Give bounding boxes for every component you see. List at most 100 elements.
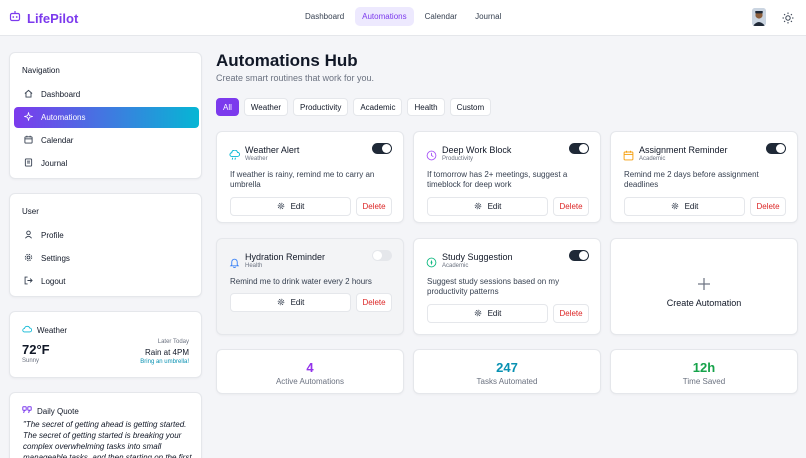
automation-title: Study Suggestion xyxy=(442,252,513,262)
edit-button[interactable]: Edit xyxy=(230,197,351,216)
automation-toggle[interactable] xyxy=(372,143,392,154)
top-bar: LifePilot Dashboard Automations Calendar… xyxy=(0,0,806,36)
automation-toggle[interactable] xyxy=(569,143,589,154)
sidebar-item-label: Profile xyxy=(41,231,64,240)
gear-icon xyxy=(671,202,679,212)
user-heading: User xyxy=(22,207,39,216)
automation-description: Suggest study sessions based on my produ… xyxy=(427,277,560,296)
filter-health[interactable]: Health xyxy=(407,98,445,116)
edit-label: Edit xyxy=(290,298,305,307)
tab-journal[interactable]: Journal xyxy=(468,7,508,26)
calendar-icon xyxy=(24,135,33,146)
sidebar-item-label: Logout xyxy=(41,277,66,286)
tab-dashboard[interactable]: Dashboard xyxy=(298,7,351,26)
sidebar-item-profile[interactable]: Profile xyxy=(14,225,199,246)
automation-category: Productivity xyxy=(442,156,474,162)
gear-icon xyxy=(277,298,285,308)
stat-value: 247 xyxy=(496,360,518,375)
quote-text: "The secret of getting ahead is getting … xyxy=(23,420,192,458)
sidebar-item-journal[interactable]: Journal xyxy=(14,153,199,174)
page-subtitle: Create smart routines that work for you. xyxy=(216,73,375,83)
delete-button[interactable]: Delete xyxy=(356,293,392,312)
delete-button[interactable]: Delete xyxy=(356,197,392,216)
edit-label: Edit xyxy=(684,202,699,211)
plus-icon xyxy=(611,273,797,295)
stat-label: Active Automations xyxy=(275,377,345,386)
stat-value: 12h xyxy=(692,360,716,375)
edit-button[interactable]: Edit xyxy=(427,304,548,323)
later-label: Later Today xyxy=(157,339,189,345)
automation-category: Health xyxy=(245,263,263,269)
sparkle-icon xyxy=(23,111,34,123)
filter-custom[interactable]: Custom xyxy=(449,98,492,116)
automation-title: Weather Alert xyxy=(245,145,300,155)
automation-card-assignment-reminder: Assignment Reminder Academic Remind me 2… xyxy=(610,131,798,223)
compass-icon xyxy=(426,255,437,273)
delete-button[interactable]: Delete xyxy=(750,197,786,216)
stat-value: 4 xyxy=(306,360,314,375)
automation-toggle[interactable] xyxy=(766,143,786,154)
sidebar-navigation: Navigation Dashboard Automations Calenda… xyxy=(9,52,202,179)
edit-label: Edit xyxy=(290,202,305,211)
filter-weather[interactable]: Weather xyxy=(243,98,288,116)
automation-title: Assignment Reminder xyxy=(639,145,728,155)
later-forecast: Rain at 4PM xyxy=(144,348,189,357)
tab-automations[interactable]: Automations xyxy=(355,7,414,26)
delete-button[interactable]: Delete xyxy=(553,197,589,216)
theme-toggle-icon[interactable] xyxy=(782,11,794,29)
automation-toggle[interactable] xyxy=(372,250,392,261)
weather-condition: Sunny xyxy=(22,358,40,364)
gear-icon xyxy=(24,253,33,264)
automation-toggle[interactable] xyxy=(569,250,589,261)
calendar-icon xyxy=(623,148,634,166)
edit-label: Edit xyxy=(487,309,502,318)
automation-description: If tomorrow has 2+ meetings, suggest a t… xyxy=(427,170,568,189)
cloud-rain-icon xyxy=(229,148,240,166)
sidebar-item-calendar[interactable]: Calendar xyxy=(14,130,199,151)
journal-icon xyxy=(24,158,33,169)
sidebar-item-label: Settings xyxy=(41,254,70,263)
app-name: LifePilot xyxy=(27,10,79,26)
automation-card-hydration-reminder: Hydration Reminder Health Remind me to d… xyxy=(216,238,404,335)
avatar[interactable] xyxy=(752,8,766,26)
weather-title: Weather xyxy=(37,325,68,335)
tab-calendar[interactable]: Calendar xyxy=(418,7,464,26)
quote-widget: Daily Quote "The secret of getting ahead… xyxy=(9,392,202,458)
automation-category: Academic xyxy=(639,156,666,162)
automation-card-study-suggestion: Study Suggestion Academic Suggest study … xyxy=(413,238,601,335)
home-icon xyxy=(24,89,33,100)
weather-widget: Weather 72°F Sunny Later Today Rain at 4… xyxy=(9,311,202,378)
filter-academic[interactable]: Academic xyxy=(353,98,403,116)
bell-icon xyxy=(229,255,240,273)
automation-description: If weather is rainy, remind me to carry … xyxy=(230,170,375,189)
edit-button[interactable]: Edit xyxy=(230,293,351,312)
stat-label: Time Saved xyxy=(682,377,726,386)
edit-button[interactable]: Edit xyxy=(427,197,548,216)
edit-button[interactable]: Edit xyxy=(624,197,745,216)
person-icon xyxy=(24,230,33,241)
sidebar-item-settings[interactable]: Settings xyxy=(14,248,199,269)
robot-icon xyxy=(9,9,21,27)
filter-all[interactable]: All xyxy=(216,98,239,116)
temperature: 72°F xyxy=(22,342,50,357)
automation-category: Academic xyxy=(442,263,469,269)
automation-title: Deep Work Block xyxy=(442,145,512,155)
automation-title: Hydration Reminder xyxy=(245,252,326,262)
automation-description: Remind me to drink water every 2 hours xyxy=(230,277,372,286)
cloud-icon xyxy=(22,325,33,335)
sidebar-item-logout[interactable]: Logout xyxy=(14,271,199,292)
filter-productivity[interactable]: Productivity xyxy=(292,98,349,116)
create-automation-card[interactable]: Create Automation xyxy=(610,238,798,335)
automation-card-weather-alert: Weather Alert Weather If weather is rain… xyxy=(216,131,404,223)
delete-button[interactable]: Delete xyxy=(553,304,589,323)
sidebar-item-label: Journal xyxy=(41,159,68,168)
weather-header: Weather xyxy=(22,325,67,335)
app-logo[interactable]: LifePilot xyxy=(9,9,78,27)
sidebar-item-label: Calendar xyxy=(41,136,74,145)
stat-time-saved: 12h Time Saved xyxy=(610,349,798,394)
sidebar-item-dashboard[interactable]: Dashboard xyxy=(14,84,199,105)
gear-icon xyxy=(474,309,482,319)
sidebar-item-automations[interactable]: Automations xyxy=(14,107,199,128)
clock-icon xyxy=(426,148,437,166)
quote-icon xyxy=(22,406,32,416)
